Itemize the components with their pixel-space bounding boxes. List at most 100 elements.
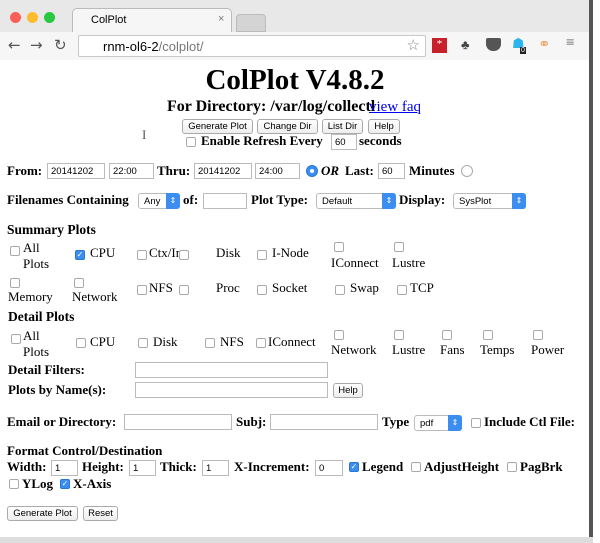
detail-label: Network: [331, 342, 377, 357]
close-tab-icon[interactable]: ×: [218, 13, 224, 25]
display-select[interactable]: SysPlot ⇕: [453, 193, 526, 209]
reset-button[interactable]: Reset: [83, 506, 118, 521]
pocket-extension-icon[interactable]: [486, 38, 501, 51]
lastpass-extension-icon[interactable]: *: [432, 38, 447, 53]
legend-label: Legend: [362, 459, 404, 474]
enable-refresh-checkbox[interactable]: [186, 137, 196, 147]
maximize-window-button[interactable]: [44, 12, 55, 23]
window-edge: [589, 0, 593, 543]
pagbrk-checkbox[interactable]: [507, 462, 517, 472]
last-minutes-input[interactable]: 60: [378, 163, 405, 179]
email-input[interactable]: [124, 414, 232, 430]
page-title: ColPlot V4.8.2: [205, 64, 385, 96]
detail-checkbox-power[interactable]: [533, 330, 543, 340]
x-increment-label: X-Increment:: [234, 459, 310, 474]
ylog-checkbox[interactable]: [9, 479, 19, 489]
summary-checkbox-disk[interactable]: [179, 250, 189, 260]
summary-checkbox-cpu[interactable]: ✓: [75, 250, 85, 260]
summary-checkbox-ctx-int[interactable]: [137, 250, 147, 260]
refresh-seconds-input[interactable]: 60: [331, 134, 357, 150]
url-host: rnm-ol6-2: [103, 39, 159, 54]
subj-input[interactable]: [270, 414, 378, 430]
summary-checkbox-swap[interactable]: [335, 285, 345, 295]
thick-input[interactable]: 1: [202, 460, 229, 476]
detail-checkbox-all-plots[interactable]: [11, 334, 21, 344]
summary-label: Proc: [216, 280, 240, 295]
detail-filters-input[interactable]: [135, 362, 328, 378]
detail-label: Temps: [480, 342, 515, 357]
detail-checkbox-cpu[interactable]: [76, 338, 86, 348]
width-label: Width:: [7, 459, 47, 474]
plots-by-name-input[interactable]: [135, 382, 328, 398]
summary-checkbox-nfs[interactable]: [137, 285, 147, 295]
generate-plot-button[interactable]: Generate Plot: [182, 119, 253, 134]
summary-checkbox-network[interactable]: [74, 278, 84, 288]
adjust-height-checkbox[interactable]: [411, 462, 421, 472]
select-arrow-icon: ⇕: [382, 193, 396, 209]
summary-checkbox-all-plots[interactable]: [10, 246, 20, 256]
extension-icon[interactable]: ⚭: [538, 35, 551, 54]
plot-type-select[interactable]: Default ⇕: [316, 193, 396, 209]
summary-label: Disk: [216, 245, 241, 260]
address-bar[interactable]: rnm-ol6-2/colplot/ ☆: [78, 35, 426, 57]
close-window-button[interactable]: [10, 12, 21, 23]
summary-checkbox-iconnect[interactable]: [334, 242, 344, 252]
detail-checkbox-disk[interactable]: [138, 338, 148, 348]
bookmark-star-icon[interactable]: ☆: [407, 36, 420, 54]
detail-plots-heading: Detail Plots: [8, 309, 75, 324]
menu-icon[interactable]: ≡: [566, 35, 574, 52]
last-label: Last:: [345, 163, 374, 178]
detail-checkbox-temps[interactable]: [483, 330, 493, 340]
width-input[interactable]: 1: [51, 460, 78, 476]
filenames-of-input[interactable]: [203, 193, 247, 209]
detail-checkbox-lustre[interactable]: [394, 330, 404, 340]
forward-icon[interactable]: →: [30, 36, 43, 54]
type-value: pdf: [420, 418, 434, 429]
generate-plot-bottom-button[interactable]: Generate Plot: [7, 506, 78, 521]
view-faq-link[interactable]: view faq: [369, 99, 421, 116]
match-select[interactable]: Any ⇕: [138, 193, 180, 209]
legend-checkbox[interactable]: ✓: [349, 462, 359, 472]
last-minutes-radio[interactable]: [461, 165, 473, 177]
height-input[interactable]: 1: [129, 460, 156, 476]
summary-checkbox-socket[interactable]: [257, 285, 267, 295]
reload-icon[interactable]: ↻: [54, 36, 67, 54]
summary-label: TCP: [410, 280, 434, 295]
minimize-window-button[interactable]: [27, 12, 38, 23]
detail-label: Fans: [440, 342, 465, 357]
detail-checkbox-iconnect[interactable]: [256, 338, 266, 348]
from-time-input[interactable]: 22:00: [109, 163, 154, 179]
summary-checkbox-lustre[interactable]: [394, 242, 404, 252]
summary-checkbox-proc[interactable]: [179, 285, 189, 295]
time-range-radio[interactable]: [306, 165, 318, 177]
thru-label: Thru:: [157, 163, 191, 178]
summary-checkbox-tcp[interactable]: [397, 285, 407, 295]
help-button[interactable]: Help: [368, 119, 400, 134]
plots-help-button[interactable]: Help: [333, 383, 363, 398]
new-tab-button[interactable]: [236, 14, 266, 32]
summary-checkbox-i-node[interactable]: [257, 250, 267, 260]
x-axis-checkbox[interactable]: ✓: [60, 479, 70, 489]
minutes-label: Minutes: [409, 163, 455, 178]
thru-time-input[interactable]: 24:00: [255, 163, 300, 179]
thick-label: Thick:: [160, 459, 197, 474]
format-heading: Format Control/Destination: [7, 443, 163, 458]
x-increment-input[interactable]: 0: [315, 460, 343, 476]
detail-checkbox-network[interactable]: [334, 330, 344, 340]
include-ctl-checkbox[interactable]: [471, 418, 481, 428]
thru-date-input[interactable]: 20141202: [194, 163, 252, 179]
detail-checkbox-nfs[interactable]: [205, 338, 215, 348]
text-cursor-icon: I: [142, 127, 147, 142]
list-dir-button[interactable]: List Dir: [322, 119, 363, 134]
change-dir-button[interactable]: Change Dir: [257, 119, 318, 134]
height-label: Height:: [82, 459, 124, 474]
summary-checkbox-memory[interactable]: [10, 278, 20, 288]
tab-colplot[interactable]: ColPlot ×: [72, 8, 232, 32]
summary-label: IConnect: [331, 255, 379, 270]
evernote-extension-icon[interactable]: ♣: [461, 37, 470, 53]
detail-checkbox-fans[interactable]: [442, 330, 452, 340]
type-select[interactable]: pdf ⇕: [414, 415, 462, 431]
plot-type-value: Default: [322, 196, 353, 207]
from-date-input[interactable]: 20141202: [47, 163, 105, 179]
back-icon[interactable]: ←: [8, 36, 21, 54]
